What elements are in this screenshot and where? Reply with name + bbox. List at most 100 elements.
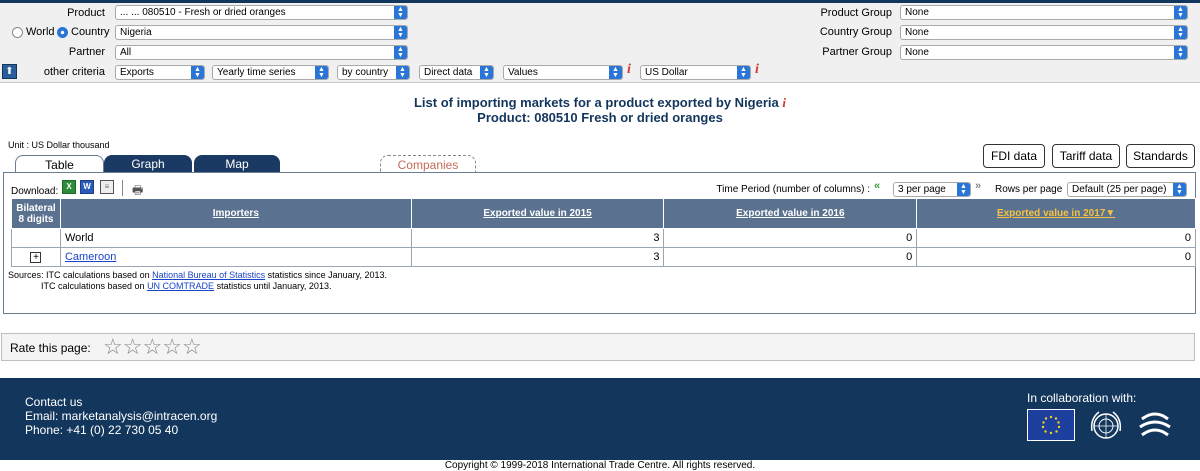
importer-link-cameroon[interactable]: Cameroon: [65, 251, 116, 263]
info-icon[interactable]: i: [782, 95, 786, 110]
next-period-icon[interactable]: »: [975, 180, 981, 192]
breakdown-value: by country: [342, 67, 389, 78]
currency-select[interactable]: US Dollar ▲ ▼: [640, 65, 751, 80]
partner-group-value: None: [905, 47, 929, 58]
country-radio[interactable]: [57, 27, 68, 38]
toolbar-divider: [122, 180, 123, 196]
time-period-value: 3 per page: [898, 184, 946, 195]
rating-stars: ☆☆☆☆☆: [103, 336, 202, 358]
value-2015-cell: 3: [410, 247, 665, 267]
collaboration-label: In collaboration with:: [1027, 391, 1137, 405]
word-icon[interactable]: W: [80, 180, 94, 194]
data-source-select[interactable]: Direct data ▲ ▼: [419, 65, 494, 80]
rows-per-page-label: Rows per page: [995, 184, 1063, 195]
star-icon[interactable]: ☆: [103, 334, 123, 359]
indicator-value: Values: [508, 67, 538, 78]
info-icon[interactable]: i: [627, 62, 631, 78]
text-file-icon[interactable]: ≡: [100, 180, 114, 194]
partner-select-value: All: [120, 47, 132, 58]
country-radio-label: Country: [71, 26, 110, 38]
chevron-updown-icon: ▲ ▼: [396, 66, 409, 79]
comtrade-link[interactable]: UN COMTRADE: [147, 281, 214, 291]
star-icon[interactable]: ☆: [123, 334, 143, 359]
chevron-updown-icon: ▲ ▼: [1174, 6, 1187, 19]
header-value-2017[interactable]: Exported value in 2017▼: [916, 198, 1196, 229]
breakdown-select[interactable]: by country ▲ ▼: [337, 65, 410, 80]
time-series-select[interactable]: Yearly time series ▲ ▼: [212, 65, 329, 80]
sort-importers-link[interactable]: Importers: [213, 208, 259, 219]
table-row: + Cameroon 3 0 0: [11, 247, 1196, 267]
sort-2016-link[interactable]: Exported value in 2016: [736, 208, 844, 219]
sources-text: statistics since January, 2013.: [265, 270, 388, 280]
expand-icon[interactable]: +: [30, 252, 42, 263]
chevron-updown-icon: ▲ ▼: [191, 66, 204, 79]
indicator-select[interactable]: Values ▲ ▼: [503, 65, 623, 80]
excel-icon[interactable]: X: [62, 180, 76, 194]
chevron-updown-icon: ▲ ▼: [1174, 26, 1187, 39]
chevron-updown-icon: ▲ ▼: [315, 66, 328, 79]
un-logo-icon[interactable]: [1087, 407, 1125, 445]
tab-table[interactable]: Table: [15, 155, 104, 173]
value-2017-cell: 0: [916, 228, 1196, 248]
chevron-updown-icon: ▲ ▼: [480, 66, 493, 79]
header-2017-text: Exported value in 2017: [996, 208, 1106, 219]
trade-flow-select[interactable]: Exports ▲ ▼: [115, 65, 205, 80]
tariff-data-button[interactable]: Tariff data: [1052, 144, 1120, 168]
sources-text: Sources: ITC calculations based on: [8, 270, 153, 280]
unit-label: Unit : US Dollar thousand: [8, 140, 110, 150]
eu-flag-icon[interactable]: [1027, 409, 1075, 441]
time-series-value: Yearly time series: [217, 67, 296, 78]
fdi-data-button[interactable]: FDI data: [983, 144, 1045, 168]
country-select[interactable]: Nigeria ▲ ▼: [115, 25, 408, 40]
chevron-updown-icon: ▲ ▼: [957, 183, 970, 196]
info-icon[interactable]: i: [755, 62, 759, 78]
header-value-2016[interactable]: Exported value in 2016: [663, 198, 918, 229]
partner-select[interactable]: All ▲ ▼: [115, 45, 408, 60]
previous-period-icon[interactable]: «: [874, 180, 880, 192]
sort-2015-link[interactable]: Exported value in 2015: [483, 208, 591, 219]
chevron-updown-icon: ▲ ▼: [1174, 46, 1187, 59]
time-period-label: Time Period (number of columns) :: [716, 184, 870, 195]
country-group-select[interactable]: None ▲ ▼: [900, 25, 1188, 40]
header-value-2015[interactable]: Exported value in 2015: [410, 198, 665, 229]
country-select-value: Nigeria: [120, 27, 152, 38]
tab-map[interactable]: Map: [194, 155, 280, 173]
chevron-updown-icon: ▲ ▼: [737, 66, 750, 79]
star-icon[interactable]: ☆: [182, 334, 202, 359]
sort-2017-link[interactable]: Exported value in 2017▼: [997, 208, 1115, 219]
table-header-row: Bilateral 8 digits Importers Exported va…: [11, 198, 1196, 229]
footer-phone: Phone: +41 (0) 22 730 05 40: [25, 423, 179, 437]
world-radio[interactable]: [12, 27, 23, 38]
wto-logo-icon[interactable]: [1136, 407, 1174, 445]
page-title: List of importing markets for a product …: [0, 95, 1200, 110]
tab-graph[interactable]: Graph: [104, 155, 192, 173]
page-subtitle: Product: 080510 Fresh or dried oranges: [477, 110, 723, 125]
importer-cell: Cameroon: [59, 247, 412, 267]
rows-per-page-select[interactable]: Default (25 per page) ▲ ▼: [1067, 182, 1187, 197]
standards-button[interactable]: Standards: [1126, 144, 1195, 168]
currency-value: US Dollar: [645, 67, 688, 78]
chevron-updown-icon: ▲ ▼: [1173, 183, 1186, 196]
tab-companies[interactable]: Companies: [380, 155, 476, 173]
sort-desc-icon: ▼: [1105, 208, 1116, 219]
header-importers[interactable]: Importers: [59, 198, 412, 229]
sources-line-2: ITC calculations based on UN COMTRADE st…: [41, 281, 331, 291]
time-period-select[interactable]: 3 per page ▲ ▼: [893, 182, 971, 197]
product-group-select[interactable]: None ▲ ▼: [900, 5, 1188, 20]
value-2017-cell: 0: [916, 247, 1196, 267]
star-icon[interactable]: ☆: [142, 334, 162, 359]
sources-text: ITC calculations based on: [41, 281, 148, 291]
contact-link[interactable]: Contact us: [25, 395, 82, 409]
table-row: World 3 0 0: [11, 228, 1196, 248]
partner-group-select[interactable]: None ▲ ▼: [900, 45, 1188, 60]
header-bilateral: Bilateral 8 digits: [11, 198, 61, 229]
star-icon[interactable]: ☆: [162, 334, 182, 359]
rows-per-page-value: Default (25 per page): [1072, 184, 1167, 195]
importer-cell: World: [59, 228, 412, 248]
value-2016-cell: 0: [663, 247, 918, 267]
product-select[interactable]: ... ... 080510 - Fresh or dried oranges …: [115, 5, 408, 20]
nbs-link[interactable]: National Bureau of Statistics: [152, 270, 265, 280]
footer-email[interactable]: Email: marketanalysis@intracen.org: [25, 409, 217, 423]
product-select-value: ... ... 080510 - Fresh or dried oranges: [120, 7, 286, 18]
chevron-updown-icon: ▲ ▼: [609, 66, 622, 79]
